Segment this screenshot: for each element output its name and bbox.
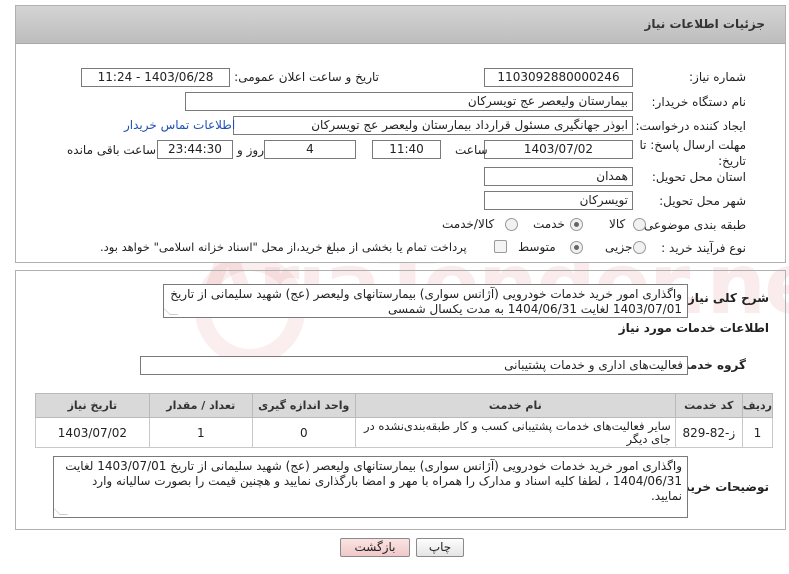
table-header-row: ردیف کد خدمت نام خدمت واحد اندازه گیری ت… [35, 393, 774, 418]
summary-label: شرح کلی نیاز: [683, 291, 769, 305]
process-option-medium: متوسط [518, 240, 556, 254]
creator-field: ابوذر جهانگیری مسئول قرارداد بیمارستان و… [233, 116, 633, 135]
print-button[interactable]: چاپ [416, 538, 464, 557]
summary-text: واگذاری امور خرید خدمات خودرویی (آژانس س… [170, 287, 682, 316]
announce-field: 1403/06/28 - 11:24 [81, 68, 230, 87]
process-option-minor: جزیی [605, 240, 633, 254]
panel-title: جزئیات اطلاعات نیاز [644, 17, 765, 31]
days-label: روز و [237, 143, 264, 157]
buyer-contact-link[interactable]: اطلاعات تماس خریدار [124, 118, 235, 132]
cell-qty: 1 [148, 417, 253, 448]
days-remaining-field: 4 [264, 140, 356, 159]
summary-textarea[interactable]: واگذاری امور خرید خدمات خودرویی (آژانس س… [163, 284, 688, 318]
deadline-time-field: 11:40 [372, 140, 441, 159]
city-label: شهر محل تحویل: [659, 194, 746, 208]
buyer-notes-textarea[interactable]: واگذاری امور خرید خدمات خودرویی (آژانس س… [53, 456, 688, 518]
buyer-field: بیمارستان ولیعصر عج تویسرکان [185, 92, 633, 111]
category-label: طبقه بندی موضوعی: [639, 218, 746, 232]
process-label: نوع فرآیند خرید : [661, 241, 746, 255]
resize-grip-icon [164, 307, 178, 315]
services-table: ردیف کد خدمت نام خدمت واحد اندازه گیری ت… [35, 393, 774, 448]
col-name: نام خدمت [354, 393, 676, 418]
remaining-label: ساعت باقی مانده [67, 143, 157, 157]
treasury-payment-note: پرداخت تمام یا بخشی از مبلغ خرید،از محل … [100, 240, 467, 254]
deadline-label: مهلت ارسال پاسخ: تا تاریخ: [639, 138, 746, 168]
announce-label: تاریخ و ساعت اعلان عمومی: [234, 70, 379, 84]
col-unit: واحد اندازه گیری [251, 393, 356, 418]
resize-grip-icon [54, 507, 68, 515]
province-label: استان محل تحویل: [651, 170, 746, 184]
services-section-title: اطلاعات خدمات مورد نیاز [618, 321, 769, 335]
deadline-date-field: 1403/07/02 [484, 140, 633, 159]
panel-header: جزئیات اطلاعات نیاز [16, 6, 785, 44]
col-qty: تعداد / مقدار [148, 393, 253, 418]
col-row: ردیف [741, 393, 774, 418]
category-radio-goods[interactable] [633, 218, 646, 231]
process-radio-minor[interactable] [633, 241, 646, 254]
back-button[interactable]: بازگشت [340, 538, 410, 557]
cell-code: ز-82-829 [674, 417, 743, 448]
category-radio-service[interactable] [570, 218, 583, 231]
time-remaining-field: 23:44:30 [157, 140, 233, 159]
province-field: همدان [484, 167, 633, 186]
col-code: کد خدمت [674, 393, 743, 418]
deadline-time-label: ساعت [455, 143, 488, 157]
buyer-notes-text: واگذاری امور خرید خدمات خودرویی (آژانس س… [65, 459, 682, 503]
category-option-goods-service: کالا/خدمت [442, 217, 495, 231]
cell-date: 1403/07/02 [35, 417, 150, 448]
table-row: 1 ز-82-829 سایر فعالیت‌های خدمات پشتیبان… [35, 417, 774, 448]
cell-name: سایر فعالیت‌های خدمات پشتیبانی کسب و کار… [354, 417, 676, 448]
category-option-goods: کالا [609, 217, 626, 231]
category-radio-goods-service[interactable] [505, 218, 518, 231]
treasury-payment-checkbox[interactable] [494, 240, 507, 253]
buyer-label: نام دستگاه خریدار: [651, 95, 747, 109]
need-number-field: 1103092880000246 [484, 68, 633, 87]
cell-unit: 0 [251, 417, 356, 448]
service-group-field: فعالیت‌های اداری و خدمات پشتیبانی [140, 356, 688, 375]
category-option-service: خدمت [533, 217, 565, 231]
need-number-label: شماره نیاز: [689, 70, 746, 84]
col-date: تاریخ نیاز [35, 393, 150, 418]
creator-label: ایجاد کننده درخواست: [635, 119, 746, 133]
cell-row: 1 [741, 417, 774, 448]
process-radio-medium[interactable] [570, 241, 583, 254]
city-field: تویسرکان [484, 191, 633, 210]
